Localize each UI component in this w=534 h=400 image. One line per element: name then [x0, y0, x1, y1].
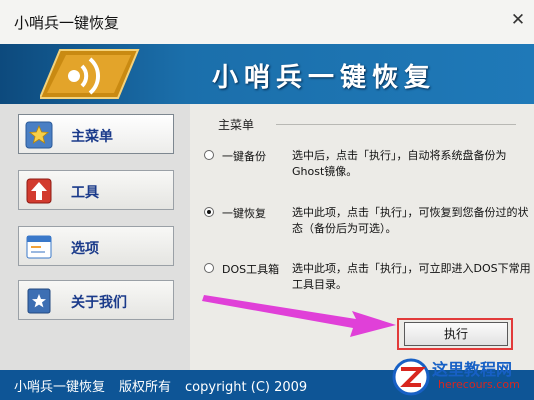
group-divider: [276, 124, 516, 125]
sidebar-item-label: 选项: [71, 241, 99, 257]
option-description: 选中后，点击「执行」，自动将系统盘备份为Ghost镜像。: [292, 149, 507, 178]
sidebar-item-about-us[interactable]: 关于我们: [18, 280, 174, 320]
status-app-name: 小哨兵一键恢复: [14, 380, 106, 395]
watermark-logo-icon: [392, 358, 430, 396]
sidebar-item-tools[interactable]: 工具: [18, 170, 174, 210]
watermark-text: 这里教程网: [432, 360, 513, 379]
title-bar: 小哨兵一键恢复 ✕: [0, 0, 534, 44]
status-rights: 版权所有: [119, 380, 172, 395]
option-description: 选中此项，点击「执行」，可恢复到您备份过的状态（备份后为可选）。: [292, 206, 529, 235]
option-label: 一键备份: [222, 150, 266, 163]
sidebar-item-label: 主菜单: [71, 129, 113, 145]
watermark-url: herecours.com: [438, 378, 520, 391]
sidebar-item-main-menu[interactable]: 主菜单: [18, 114, 174, 154]
window-title: 小哨兵一键恢复: [14, 14, 120, 32]
star-book-icon: [27, 288, 51, 314]
sidebar-item-options[interactable]: 选项: [18, 226, 174, 266]
pointer-arrow-icon: [202, 295, 396, 337]
group-title: 主菜单: [214, 116, 259, 133]
banner: 小哨兵一键恢复: [0, 44, 534, 104]
backup-radio[interactable]: [204, 150, 214, 160]
close-icon[interactable]: ✕: [508, 10, 528, 30]
wifi-logo-icon: [40, 49, 140, 99]
dos-toolbox-radio[interactable]: [204, 263, 214, 273]
restore-radio[interactable]: [204, 207, 214, 217]
upload-arrow-icon: [26, 178, 52, 204]
option-label: DOS工具箱: [222, 263, 280, 276]
star-icon: [25, 121, 53, 149]
banner-title: 小哨兵一键恢复: [212, 63, 437, 93]
watermark: 这里教程网 herecours.com: [386, 354, 534, 400]
app-window: 小哨兵一键恢复 ✕ 小哨兵一键恢复 主菜单 工具 选项 关于我们 主菜单 一键备…: [0, 0, 534, 400]
execute-button[interactable]: 执行: [404, 322, 508, 346]
sidebar-item-label: 关于我们: [71, 295, 127, 311]
status-text: 小哨兵一键恢复 版权所有 copyright (C) 2009: [14, 376, 307, 395]
sidebar-item-label: 工具: [71, 185, 99, 201]
option-label: 一键恢复: [222, 207, 266, 220]
sidebar: 主菜单 工具 选项 关于我们: [0, 104, 190, 370]
status-copyright: copyright (C) 2009: [185, 380, 308, 395]
window-icon: [26, 235, 52, 259]
